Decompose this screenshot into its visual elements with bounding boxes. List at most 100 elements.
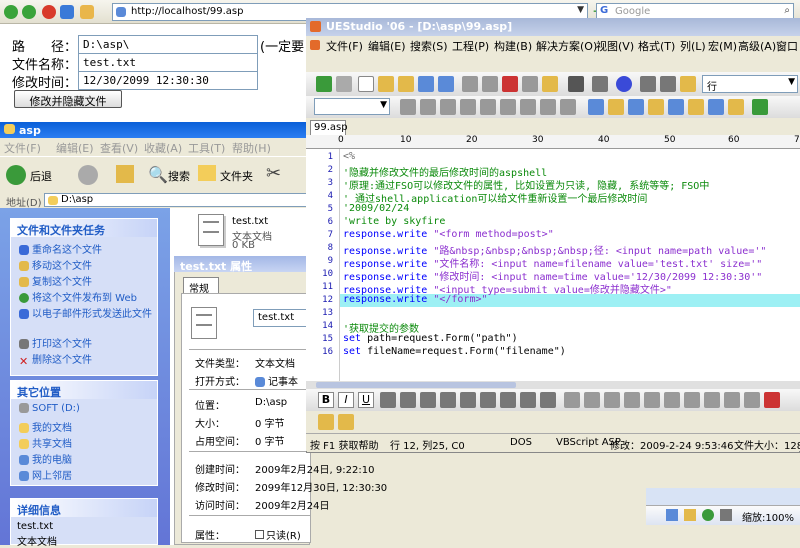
place-my-computer[interactable]: 我的电脑 <box>19 451 72 466</box>
file-name[interactable]: test.txt <box>232 216 268 227</box>
html-tag-icon[interactable] <box>744 392 760 408</box>
align-icon[interactable] <box>540 392 556 408</box>
print-preview-icon[interactable] <box>482 76 498 92</box>
tab-99-asp[interactable]: 99.asp <box>310 120 348 135</box>
place-shared-documents[interactable]: 共享文档 <box>19 435 72 450</box>
search-label[interactable]: 搜索 <box>168 168 190 184</box>
place-network[interactable]: 网上邻居 <box>19 467 72 482</box>
web-preview-icon[interactable] <box>616 76 632 92</box>
view-icon[interactable] <box>666 509 678 521</box>
scrollbar-thumb[interactable] <box>316 382 516 388</box>
menu-file[interactable]: 文件(F) <box>4 140 41 156</box>
paste-icon[interactable] <box>542 76 558 92</box>
align-icon[interactable] <box>480 392 496 408</box>
tool-icon[interactable] <box>520 99 536 115</box>
cut-icon[interactable] <box>502 76 518 92</box>
bookmark-icon[interactable] <box>680 76 696 92</box>
html-tag-icon[interactable] <box>604 392 620 408</box>
path-input[interactable]: D:\asp\ <box>78 35 258 54</box>
tool-icon[interactable] <box>648 99 664 115</box>
menu-help[interactable]: 帮助(H) <box>232 140 271 156</box>
tool-icon[interactable] <box>668 99 684 115</box>
print-icon[interactable] <box>462 76 478 92</box>
menu-favorites[interactable]: 收藏(A) <box>144 140 182 156</box>
goto-dropdown[interactable]: 行 ▼ <box>702 75 798 93</box>
html-tag-icon[interactable] <box>684 392 700 408</box>
align-icon[interactable] <box>520 392 536 408</box>
tool-icon[interactable] <box>628 99 644 115</box>
ue-menu-edit[interactable]: 编辑(E) <box>368 38 406 54</box>
open-file-icon[interactable] <box>378 76 394 92</box>
task-delete[interactable]: ✕ 删除这个文件 <box>19 351 92 368</box>
find-icon[interactable] <box>640 76 656 92</box>
open-folder-icon[interactable] <box>398 76 414 92</box>
ue-menu-macro[interactable]: 宏(M) <box>708 38 737 54</box>
ue-menu-build[interactable]: 构建(B) <box>494 38 532 54</box>
tool-icon[interactable] <box>728 99 744 115</box>
text-file-icon[interactable] <box>198 214 224 246</box>
extra-tool-icon[interactable] <box>318 414 334 430</box>
forward-icon[interactable] <box>22 5 36 19</box>
refresh-icon[interactable] <box>60 5 74 19</box>
italic-icon[interactable]: I <box>338 392 354 408</box>
html-tag-icon[interactable] <box>644 392 660 408</box>
html-tag-icon[interactable] <box>624 392 640 408</box>
html-tag-icon[interactable] <box>724 392 740 408</box>
align-icon[interactable] <box>380 392 396 408</box>
chevron-down-icon[interactable]: ▼ <box>380 100 387 110</box>
place-my-documents[interactable]: 我的文档 <box>19 419 72 434</box>
tool-icon[interactable] <box>420 99 436 115</box>
tool-icon[interactable] <box>460 99 476 115</box>
folders-label[interactable]: 文件夹 <box>220 168 253 184</box>
save-all-icon[interactable] <box>438 76 454 92</box>
extra-tool-icon[interactable] <box>338 414 354 430</box>
indent-icon[interactable] <box>592 76 608 92</box>
properties-name-field[interactable]: test.txt <box>253 309 311 327</box>
ue-menu-column[interactable]: 列(L) <box>680 38 706 54</box>
address-field[interactable]: D:\asp <box>44 193 310 207</box>
back-label[interactable]: 后退 <box>30 168 52 184</box>
code-editor[interactable]: <% '隐藏并修改文件的最后修改时间的aspshell '原理:通过FSO可以修… <box>340 149 800 381</box>
forward-icon[interactable] <box>78 165 98 185</box>
html-tag-icon[interactable] <box>664 392 680 408</box>
ue-menu-project[interactable]: 工程(P) <box>452 38 489 54</box>
details-header[interactable]: 详细信息 <box>11 499 157 517</box>
menu-edit[interactable]: 编辑(E) <box>56 140 94 156</box>
menu-view[interactable]: 查看(V) <box>100 140 138 156</box>
align-icon[interactable] <box>500 392 516 408</box>
task-print[interactable]: 打印这个文件 <box>19 335 92 350</box>
view-icon[interactable] <box>720 509 732 521</box>
replace-icon[interactable] <box>660 76 676 92</box>
tool-icon[interactable] <box>500 99 516 115</box>
ue-menu-search[interactable]: 搜索(S) <box>410 38 448 54</box>
task-publish-web[interactable]: 将这个文件发布到 Web <box>19 289 137 304</box>
ue-menu-file[interactable]: 文件(F) <box>326 38 363 54</box>
task-move[interactable]: 移动这个文件 <box>19 257 92 272</box>
chevron-down-icon[interactable]: ▼ <box>577 5 584 15</box>
task-email[interactable]: 以电子邮件形式发送此文件 <box>19 305 153 320</box>
search-icon[interactable]: ⌕ <box>784 5 790 16</box>
ue-menu-view[interactable]: 视图(V) <box>596 38 634 54</box>
readonly-checkbox[interactable]: 只读(R) <box>255 527 301 542</box>
document-icon[interactable] <box>310 40 320 50</box>
back-icon[interactable] <box>6 165 26 185</box>
chevron-down-icon[interactable]: ▼ <box>788 77 795 87</box>
tool-icon[interactable] <box>540 99 556 115</box>
view-icon[interactable] <box>702 509 714 521</box>
home-icon[interactable] <box>80 5 94 19</box>
horizontal-scrollbar[interactable] <box>306 381 800 389</box>
tool-icon[interactable] <box>708 99 724 115</box>
save-icon[interactable] <box>418 76 434 92</box>
menu-tools[interactable]: 工具(T) <box>188 140 225 156</box>
ue-menu-solution[interactable]: 解决方案(O) <box>536 38 597 54</box>
search-icon[interactable]: 🔍 <box>148 165 168 184</box>
zoom-level[interactable]: 缩放:100% <box>742 509 794 524</box>
ue-menu-window[interactable]: 窗口 <box>776 38 798 54</box>
back-icon[interactable] <box>4 5 18 19</box>
ue-forward-icon[interactable] <box>336 76 352 92</box>
ue-menu-format[interactable]: 格式(T) <box>638 38 675 54</box>
tool-icon[interactable] <box>752 99 768 115</box>
place-soft-drive[interactable]: SOFT (D:) <box>19 403 80 414</box>
view-icon[interactable] <box>684 509 696 521</box>
align-icon[interactable] <box>400 392 416 408</box>
